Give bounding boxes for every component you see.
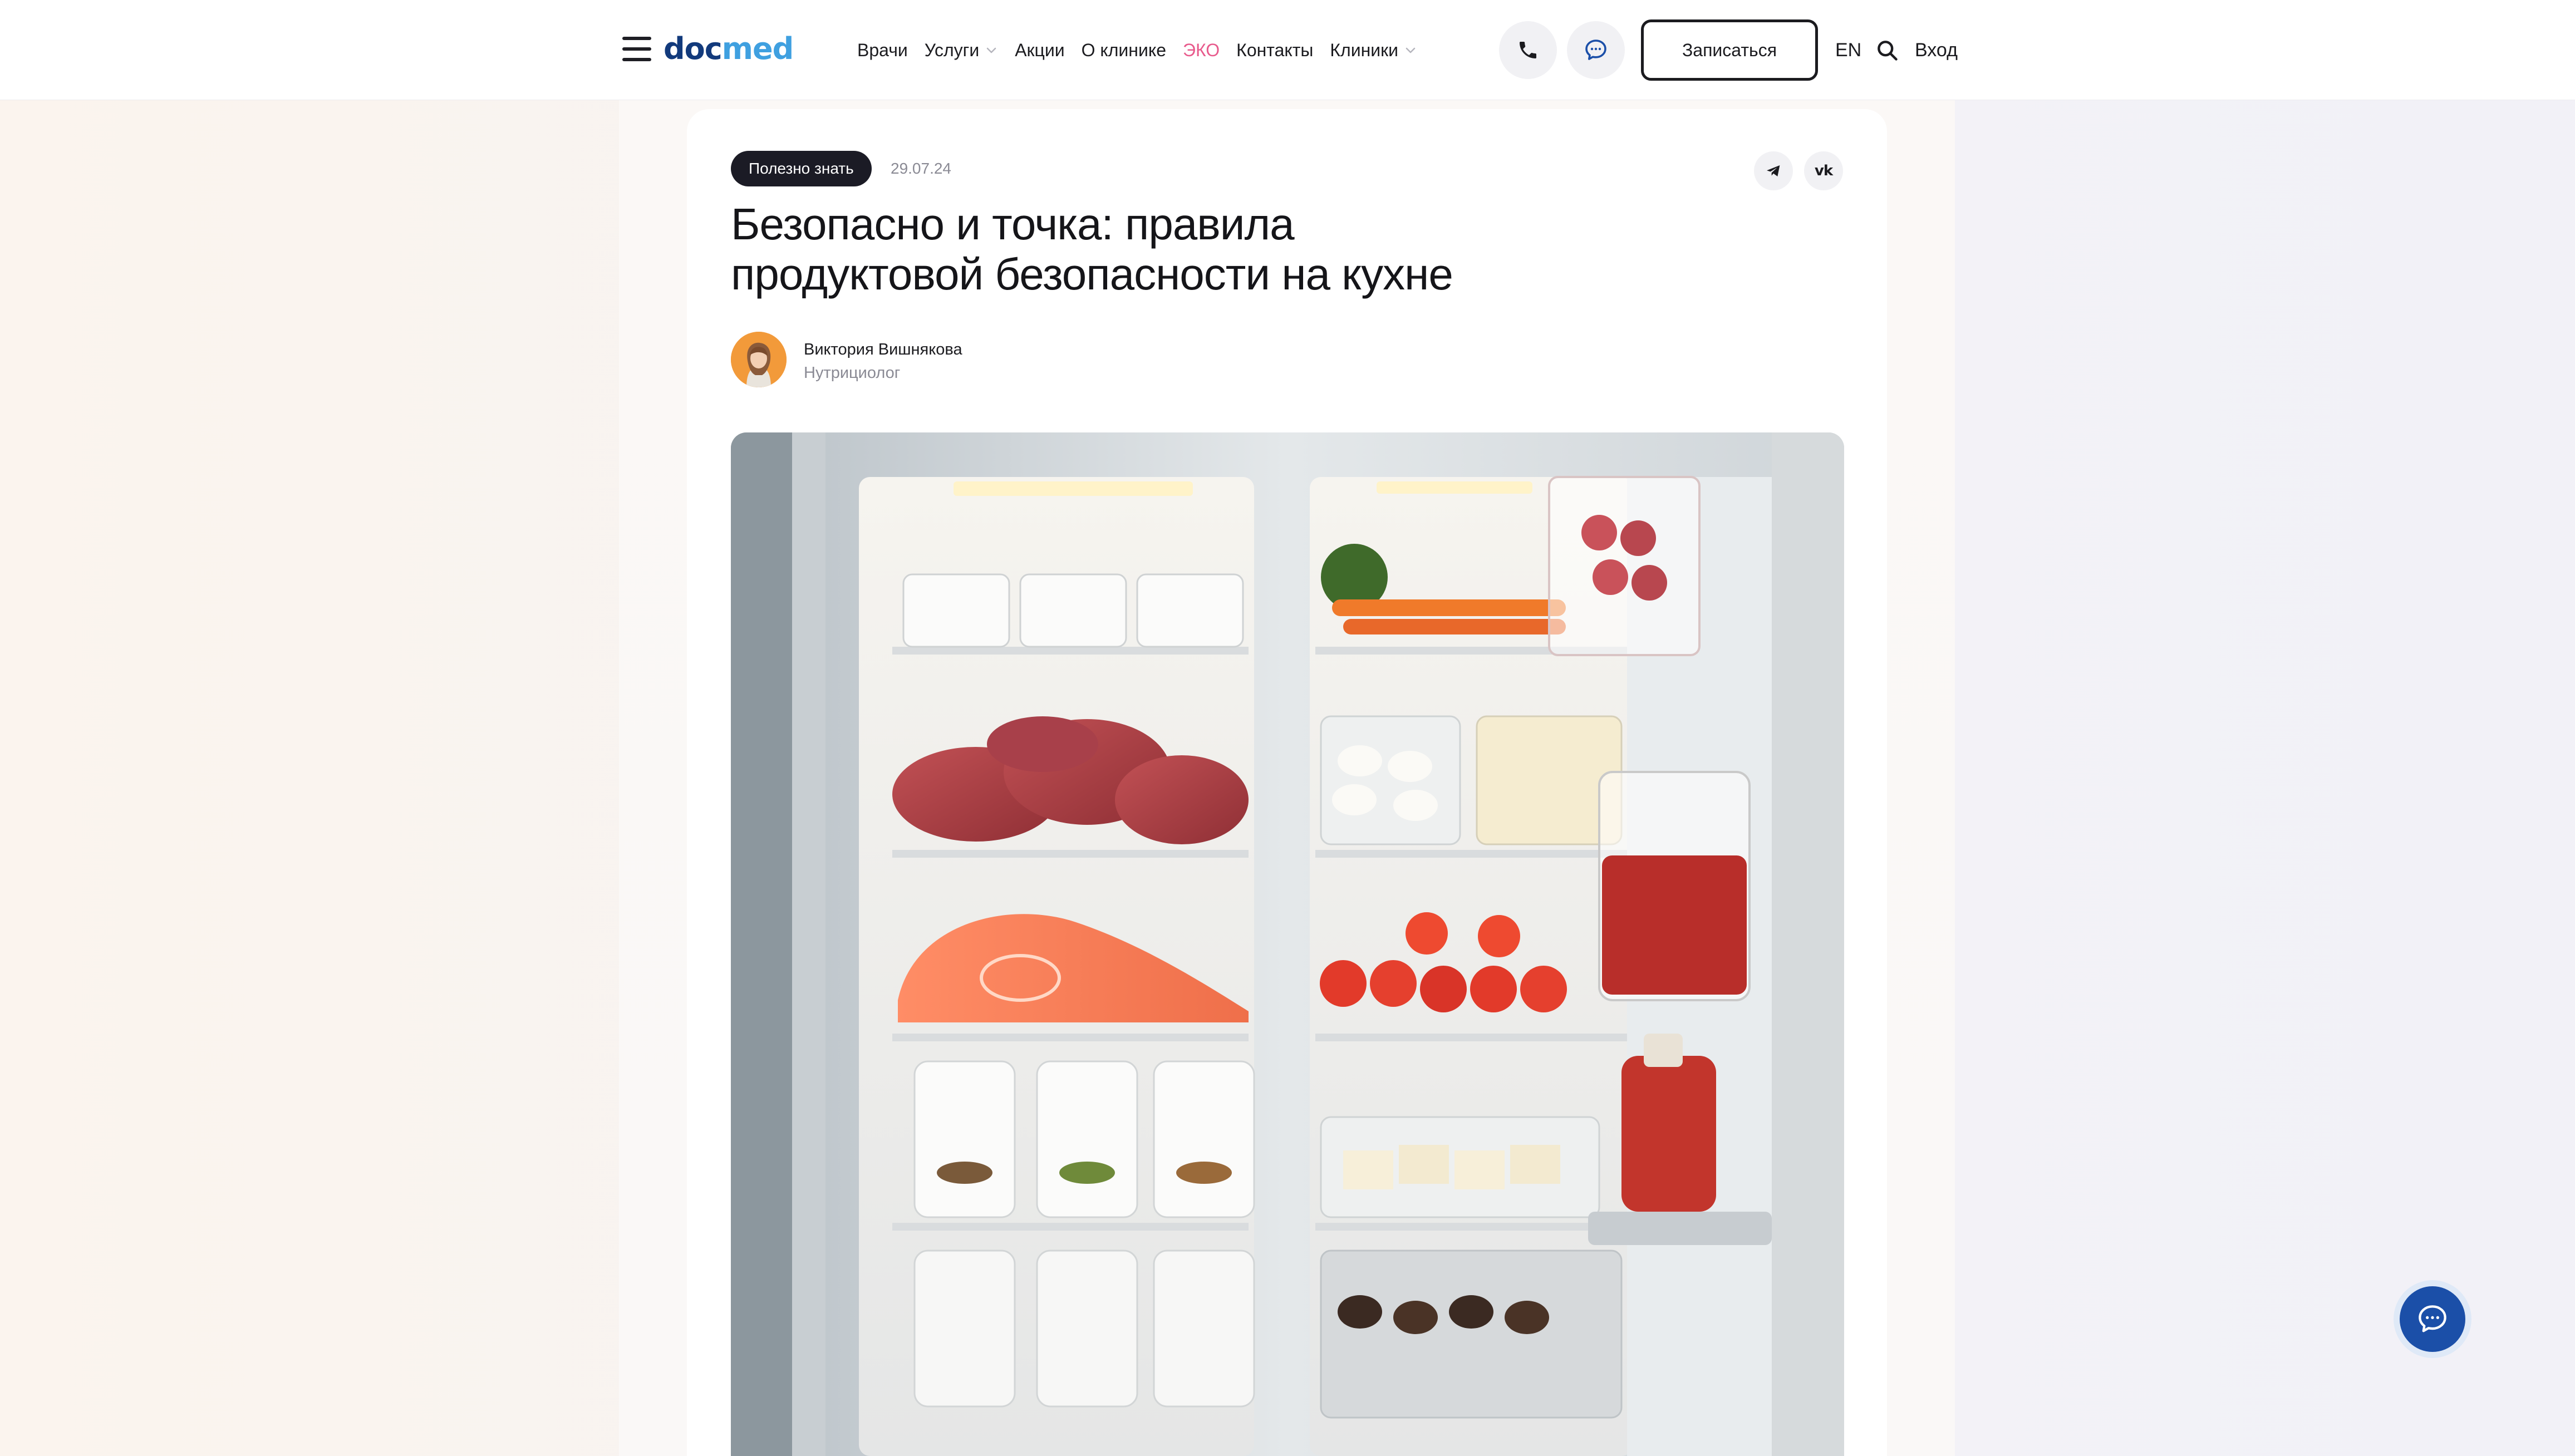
nav-item-label: Врачи <box>857 40 908 60</box>
site-header: doc med Врачи Услуги Акции О клинике ЭКО… <box>0 0 2575 100</box>
author-role: Нутрициолог <box>804 364 901 382</box>
logo-part-med: med <box>721 31 794 66</box>
chat-support-icon <box>2419 1305 2446 1332</box>
nav-item-eko[interactable]: ЭКО <box>1183 33 1220 67</box>
nav-item-doctors[interactable]: Врачи <box>857 33 908 67</box>
nav-item-label: Контакты <box>1236 40 1314 60</box>
floating-chat-inner <box>2400 1286 2465 1352</box>
nav-item-contacts[interactable]: Контакты <box>1236 33 1313 67</box>
author-photo <box>731 332 787 387</box>
floating-chat-button[interactable] <box>2394 1280 2471 1358</box>
category-badge[interactable]: Полезно знать <box>731 151 872 186</box>
logo-part-doc: doc <box>664 31 723 66</box>
telegram-icon <box>1767 165 1780 176</box>
vk-icon: vk <box>1814 163 1833 179</box>
chevron-down-icon <box>1406 47 1416 53</box>
nav-item-label: О клинике <box>1081 40 1166 60</box>
author-avatar[interactable] <box>731 332 787 387</box>
article-title-line: Безопасно и точка: правила <box>731 199 1295 249</box>
language-switch[interactable]: EN <box>1835 33 1861 67</box>
fridge-illustration <box>731 432 1844 1456</box>
chat-bubble-icon <box>1585 40 1606 60</box>
nav-item-label: Клиники <box>1330 40 1398 60</box>
main-nav: Врачи Услуги Акции О клинике ЭКО Контакт… <box>857 33 1434 67</box>
signup-button[interactable]: Записаться <box>1641 19 1818 81</box>
login-link[interactable]: Вход <box>1915 33 1958 67</box>
chat-button[interactable] <box>1567 21 1625 79</box>
phone-icon <box>1520 42 1536 58</box>
search-icon[interactable] <box>1875 38 1899 62</box>
phone-button[interactable] <box>1499 21 1557 79</box>
publish-date: 29.07.24 <box>891 160 951 177</box>
share-telegram-button[interactable] <box>1754 151 1793 190</box>
nav-item-label: ЭКО <box>1183 40 1220 60</box>
nav-item-about-clinic[interactable]: О клинике <box>1082 33 1166 67</box>
site-logo[interactable]: doc med <box>664 29 794 69</box>
article-title-line: продуктовой безопасности на кухне <box>731 249 1453 299</box>
author-name[interactable]: Виктория Вишнякова <box>804 338 962 361</box>
nav-item-promotions[interactable]: Акции <box>1015 33 1064 67</box>
share-vk-button[interactable]: vk <box>1804 151 1843 190</box>
article-hero-image <box>731 432 1844 1456</box>
chevron-down-icon <box>986 47 996 53</box>
nav-item-label: Услуги <box>924 40 980 60</box>
nav-item-label: Акции <box>1015 40 1065 60</box>
nav-item-clinics[interactable]: Клиники <box>1330 33 1417 67</box>
burger-menu-icon[interactable] <box>622 37 651 61</box>
nav-item-services[interactable]: Услуги <box>925 33 998 67</box>
article-title: Безопасно и точка: правила продуктовой б… <box>731 199 1788 299</box>
